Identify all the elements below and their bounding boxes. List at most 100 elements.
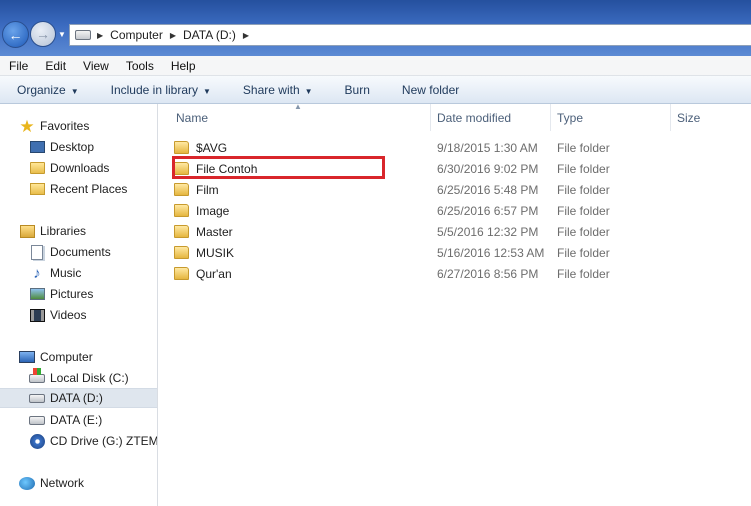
dropdown-arrow-icon: ▼ (304, 86, 313, 96)
nav-favorites[interactable]: ★ Favorites (0, 116, 157, 136)
date-modified-cell: 5/16/2016 12:53 AM (437, 245, 545, 260)
menu-view[interactable]: View (74, 59, 117, 73)
file-name: Qur'an (196, 266, 232, 281)
file-name-cell[interactable]: Image (174, 200, 229, 221)
nav-item-pictures[interactable]: Pictures (0, 284, 157, 304)
drive-icon (75, 30, 91, 40)
forward-button[interactable]: → (30, 21, 56, 47)
nav-computer[interactable]: Computer (0, 347, 157, 367)
nav-libraries[interactable]: Libraries (0, 221, 157, 241)
column-header-size[interactable]: Size (671, 104, 751, 131)
file-name: $AVG (196, 140, 228, 155)
file-row[interactable]: File Contoh 6/30/2016 9:02 PM File folder (174, 158, 734, 179)
downloads-folder-icon (29, 160, 45, 176)
folder-icon (174, 267, 189, 280)
music-note-icon: ♪ (33, 264, 41, 282)
computer-icon (19, 349, 35, 365)
nav-label: Music (50, 266, 82, 280)
file-row[interactable]: Film 6/25/2016 5:48 PM File folder (174, 179, 734, 200)
menu-bar: File Edit View Tools Help (0, 56, 751, 76)
share-with-button[interactable]: Share with ▼ (226, 83, 328, 97)
menu-file[interactable]: File (0, 59, 36, 73)
file-name-cell[interactable]: File Contoh (174, 158, 257, 179)
column-header-date-modified[interactable]: Date modified (431, 104, 551, 131)
file-name: File Contoh (196, 161, 258, 176)
recent-pages-dropdown[interactable]: ▼ (58, 30, 66, 39)
libraries-icon (19, 223, 35, 239)
desktop-icon (29, 139, 45, 155)
nav-item-downloads[interactable]: Downloads (0, 158, 157, 178)
file-name: MUSIK (196, 245, 235, 260)
file-name-cell[interactable]: $AVG (174, 137, 227, 158)
file-name: Image (196, 203, 230, 218)
film-strip-icon (29, 307, 45, 323)
nav-label: DATA (D:) (50, 391, 103, 405)
nav-item-music[interactable]: ♪ Music (0, 263, 157, 283)
file-row[interactable]: Master 5/5/2016 12:32 PM File folder (174, 221, 734, 242)
nav-label: Libraries (40, 224, 87, 238)
recent-places-icon (29, 181, 45, 197)
new-folder-button[interactable]: New folder (385, 83, 474, 97)
title-bar: ← → ▼ ▶ Computer ▶ DATA (D:) ▶ (0, 0, 751, 56)
nav-label: Downloads (50, 161, 110, 175)
address-bar[interactable]: ▶ Computer ▶ DATA (D:) ▶ (69, 24, 751, 46)
back-button[interactable]: ← (2, 21, 29, 48)
file-name-cell[interactable]: MUSIK (174, 242, 234, 263)
column-header-type[interactable]: Type (551, 104, 671, 131)
folder-icon (174, 225, 189, 238)
date-modified-cell: 5/5/2016 12:32 PM (437, 224, 539, 239)
chevron-right-icon[interactable]: ▶ (243, 31, 249, 40)
folder-icon (174, 141, 189, 154)
type-cell: File folder (557, 182, 610, 197)
burn-button[interactable]: Burn (328, 83, 385, 97)
nav-label: Computer (40, 350, 93, 364)
drive-icon (29, 390, 45, 406)
file-name-cell[interactable]: Master (174, 221, 233, 242)
file-list: ▲ Name Date modified Type Size $AVG 9/18/… (158, 102, 751, 506)
column-headers: ▲ Name Date modified Type Size (158, 102, 751, 131)
breadcrumb-computer[interactable]: Computer (110, 28, 163, 42)
folder-icon (174, 246, 189, 259)
menu-edit[interactable]: Edit (36, 59, 74, 73)
nav-item-documents[interactable]: Documents (0, 242, 157, 262)
date-modified-cell: 6/27/2016 8:56 PM (437, 266, 539, 281)
pictures-icon (29, 286, 45, 302)
arrow-right-icon: → (36, 26, 50, 42)
dropdown-arrow-icon: ▼ (70, 86, 79, 96)
cd-drive-icon (29, 433, 45, 449)
date-modified-cell: 6/30/2016 9:02 PM (437, 161, 539, 176)
nav-label: Documents (50, 245, 111, 259)
folder-icon (174, 204, 189, 217)
chevron-right-icon[interactable]: ▶ (97, 31, 103, 40)
nav-item-desktop[interactable]: Desktop (0, 137, 157, 157)
breadcrumb-data-d[interactable]: DATA (D:) (183, 28, 236, 42)
drive-icon (29, 412, 45, 428)
file-row[interactable]: Image 6/25/2016 6:57 PM File folder (174, 200, 734, 221)
nav-item-data-e[interactable]: DATA (E:) (0, 410, 157, 430)
type-cell: File folder (557, 224, 610, 239)
chevron-right-icon[interactable]: ▶ (170, 31, 176, 40)
folder-icon (174, 183, 189, 196)
file-name-cell[interactable]: Film (174, 179, 219, 200)
file-name-cell[interactable]: Qur'an (174, 263, 232, 284)
nav-item-local-disk-c[interactable]: Local Disk (C:) (0, 367, 157, 388)
column-header-name[interactable]: Name (170, 104, 431, 131)
include-in-library-button[interactable]: Include in library ▼ (94, 83, 226, 97)
nav-item-recent-places[interactable]: Recent Places (0, 179, 157, 199)
nav-item-cd-drive-g[interactable]: CD Drive (G:) ZTEMC (0, 431, 157, 451)
type-cell: File folder (557, 245, 610, 260)
organize-button[interactable]: Organize ▼ (0, 83, 94, 97)
menu-help[interactable]: Help (162, 59, 204, 73)
include-in-library-label: Include in library (110, 82, 198, 97)
file-row[interactable]: MUSIK 5/16/2016 12:53 AM File folder (174, 242, 734, 263)
type-cell: File folder (557, 203, 610, 218)
command-bar: Organize ▼ Include in library ▼ Share with… (0, 76, 751, 104)
nav-label: Local Disk (C:) (50, 371, 129, 385)
menu-tools[interactable]: Tools (117, 59, 162, 73)
nav-item-data-d[interactable]: DATA (D:) (0, 388, 157, 408)
file-row[interactable]: Qur'an 6/27/2016 8:56 PM File folder (174, 263, 734, 284)
file-row[interactable]: $AVG 9/18/2015 1:30 AM File folder (174, 137, 734, 158)
arrow-left-icon: ← (8, 26, 23, 43)
nav-network[interactable]: Network (0, 473, 157, 493)
nav-item-videos[interactable]: Videos (0, 305, 157, 325)
